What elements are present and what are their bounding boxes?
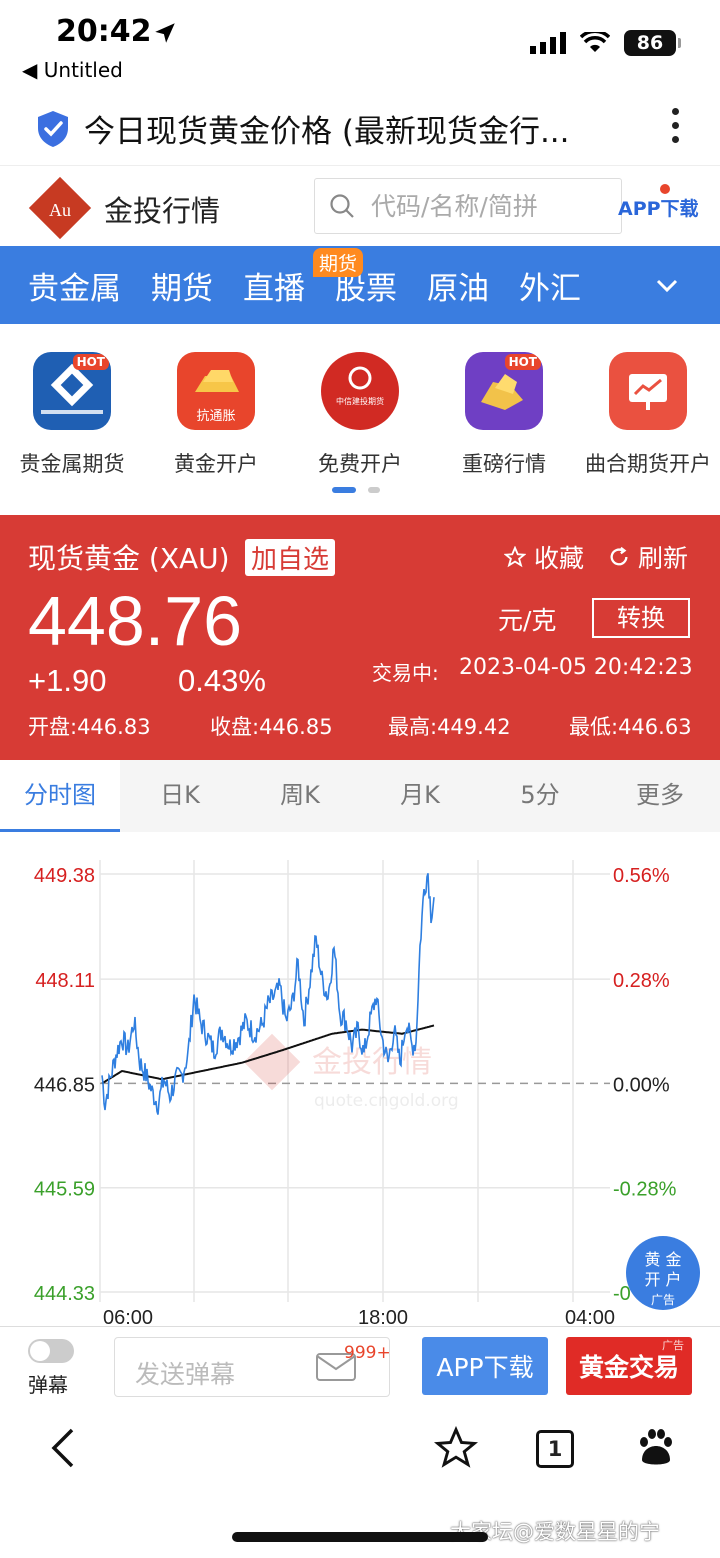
- instrument-name: 现货黄金 (XAU): [28, 542, 230, 575]
- danmu-toggle[interactable]: [28, 1339, 74, 1363]
- tab-more[interactable]: 更多: [600, 760, 720, 832]
- nav-badge: 期货: [313, 248, 364, 277]
- ad-item[interactable]: HOT 贵金属期货: [2, 352, 142, 478]
- citic-logo-icon: 中信建投期货: [321, 352, 399, 430]
- nav-item-forex[interactable]: 外汇: [519, 263, 581, 308]
- low-price: 最低:446.63: [569, 715, 692, 739]
- notification-dot: [660, 184, 670, 194]
- nav-item-futures[interactable]: 期货: [151, 263, 213, 308]
- tab-daily-k[interactable]: 日K: [120, 760, 240, 832]
- bottom-action-bar: 弹幕 999+ APP下载 黄金交易 广告: [0, 1326, 720, 1406]
- chart-board-icon: [609, 352, 687, 430]
- ad-tag: 广告: [662, 1339, 684, 1352]
- trading-status: 交易中:: [372, 661, 439, 685]
- convert-button[interactable]: 转换: [592, 598, 690, 638]
- intraday-chart[interactable]: 金投行情 quote.cngold.org 449.38 0.56% 448.11 0…: [0, 832, 720, 1326]
- signal-icon: [530, 32, 566, 54]
- status-bar: 20:42 ◀ Untitled 86: [0, 0, 720, 88]
- danmu-toggle-label: 弹幕: [28, 1373, 68, 1397]
- price-change: +1.90: [28, 663, 107, 698]
- x-axis-tick: 04:00: [565, 1307, 615, 1326]
- home-indicator: [232, 1532, 488, 1542]
- site-logo[interactable]: Au: [28, 176, 92, 240]
- page-title: 今日现货黄金价格 (最新现货金行...: [84, 114, 570, 150]
- app-download-link[interactable]: APP下载: [618, 194, 699, 221]
- tab-monthly-k[interactable]: 月K: [360, 760, 480, 832]
- nav-item-live[interactable]: 直播: [243, 263, 305, 308]
- ad-item[interactable]: 抗通胀 黄金开户: [146, 352, 286, 478]
- quote-datetime: 2023-04-05 20:42:23: [459, 655, 693, 680]
- shield-check-icon: [38, 111, 68, 147]
- futures-logo-icon: HOT: [33, 352, 111, 430]
- site-header: Au 金投行情 APP下载: [0, 166, 720, 246]
- search-icon: [330, 194, 354, 218]
- nav-item-precious-metals[interactable]: 贵金属: [28, 263, 121, 308]
- y-axis-right-tick: -0.28%: [613, 1179, 677, 1201]
- tab-count-button[interactable]: 1: [536, 1430, 574, 1468]
- favorite-button[interactable]: 收藏: [504, 539, 584, 575]
- star-icon: [504, 546, 526, 568]
- gold-bar-icon: 抗通胀: [177, 352, 255, 430]
- price-unit: 元/克: [498, 606, 557, 635]
- search-box[interactable]: [314, 178, 622, 234]
- ad-item[interactable]: HOT 重磅行情: [434, 352, 574, 478]
- y-axis-left-tick: 444.33: [34, 1283, 95, 1305]
- open-price: 开盘:446.83: [28, 715, 151, 739]
- app-download-button[interactable]: APP下载: [422, 1337, 548, 1395]
- chart-canvas: 金投行情 quote.cngold.org 449.38 0.56%448.11 0…: [34, 860, 677, 1326]
- y-axis-left-tick: 448.11: [35, 970, 95, 992]
- y-axis-left-tick: 445.59: [34, 1179, 95, 1201]
- back-to-app-link[interactable]: ◀ Untitled: [22, 58, 123, 82]
- location-arrow-icon: [155, 23, 175, 43]
- nav-item-crude-oil[interactable]: 原油: [427, 263, 489, 308]
- clock: 20:42: [56, 14, 152, 49]
- y-axis-left-tick: 449.38: [34, 865, 95, 887]
- ad-item[interactable]: 曲合期货开户: [578, 352, 718, 478]
- close-price: 收盘:446.85: [210, 715, 333, 739]
- search-input[interactable]: [371, 191, 601, 221]
- tab-5min[interactable]: 5分: [480, 760, 600, 832]
- more-menu-icon[interactable]: [672, 108, 680, 148]
- y-axis-right-tick: 0.00%: [613, 1074, 670, 1096]
- chart-watermark-url: quote.cngold.org: [314, 1091, 459, 1111]
- svg-text:Au: Au: [49, 200, 71, 220]
- refresh-icon: [610, 546, 628, 566]
- ad-shortcuts: HOT 贵金属期货 抗通胀 黄金开户 中信建投期货 免费开户 HOT 重磅行情 …: [0, 336, 720, 476]
- y-axis-right-tick: 0.28%: [613, 970, 670, 992]
- y-axis-right-tick: 0.56%: [613, 865, 670, 887]
- bookmark-star-icon[interactable]: [434, 1426, 478, 1470]
- chevron-down-icon[interactable]: [654, 272, 680, 298]
- chart-period-tabs: 分时图 日K 周K 月K 5分 更多: [0, 760, 720, 832]
- browser-address-bar: 今日现货黄金价格 (最新现货金行...: [0, 90, 720, 166]
- baidu-paw-icon[interactable]: [634, 1426, 678, 1470]
- price-change-percent: 0.43%: [178, 663, 266, 698]
- wifi-icon: [580, 32, 610, 52]
- carousel-dots: [332, 487, 380, 493]
- y-axis-left-tick: 446.85: [34, 1074, 95, 1096]
- floating-open-account-ad[interactable]: 黄 金开 户广告: [626, 1236, 700, 1310]
- site-name: 金投行情: [104, 194, 221, 228]
- current-price: 448.76: [28, 582, 243, 660]
- battery-indicator: 86: [624, 30, 681, 56]
- tab-intraday[interactable]: 分时图: [0, 760, 120, 832]
- high-price: 最高:449.42: [388, 715, 511, 739]
- add-watchlist-button[interactable]: 加自选: [245, 539, 336, 576]
- refresh-button[interactable]: 刷新: [608, 539, 688, 575]
- status-icons: 86: [530, 30, 681, 56]
- x-axis-tick: 06:00: [103, 1307, 153, 1326]
- ad-item[interactable]: 中信建投期货 免费开户: [290, 352, 430, 478]
- x-axis-tick: 18:00: [358, 1307, 408, 1326]
- quote-panel: 现货黄金 (XAU) 加自选 收藏 刷新 448.76 元/克 转换 +1.90…: [0, 515, 720, 760]
- message-count-badge: 999+: [344, 1343, 391, 1363]
- tab-weekly-k[interactable]: 周K: [240, 760, 360, 832]
- back-arrow-icon[interactable]: [46, 1426, 80, 1470]
- gold-nugget-icon: HOT: [465, 352, 543, 430]
